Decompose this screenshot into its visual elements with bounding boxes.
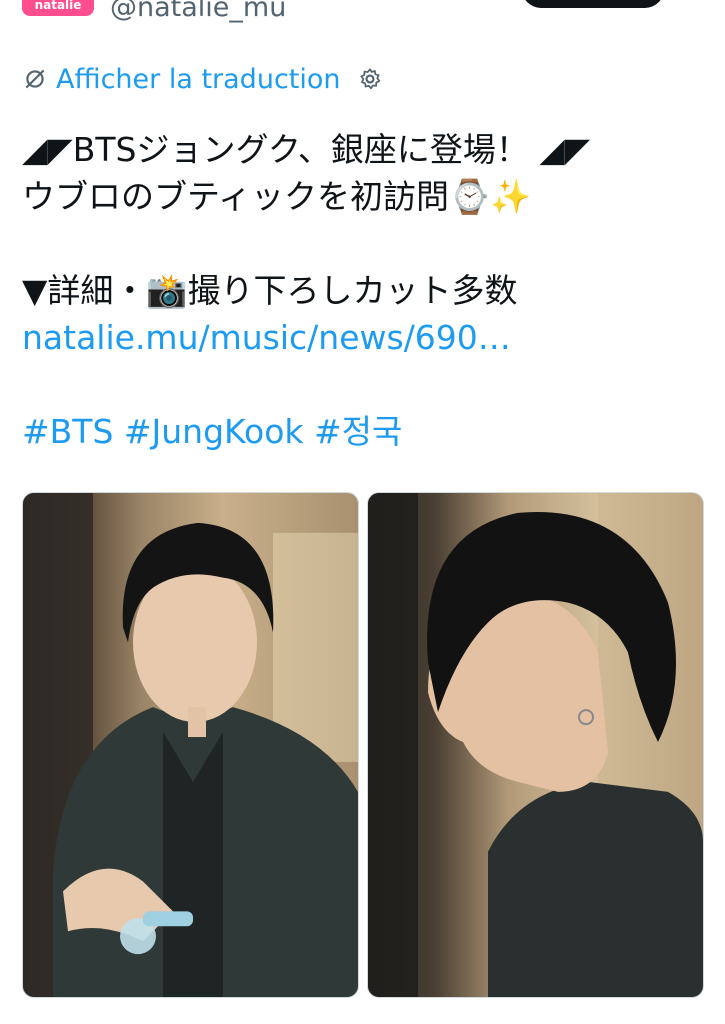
avatar[interactable]: natalie (22, 0, 94, 16)
hashtags[interactable]: #BTS #JungKook #정국 (22, 408, 712, 455)
tweet-line-2: ウブロのブティックを初訪問⌚✨ (22, 177, 532, 216)
gear-icon[interactable] (357, 66, 383, 92)
globe-off-icon (25, 69, 45, 89)
account-handle[interactable]: @natalie_mu (110, 0, 286, 23)
photo-profile-illustration (368, 493, 703, 997)
photo-front[interactable] (22, 492, 359, 998)
tweet-line-3: ▼詳細・📸撮り下ろしカット多数 (22, 271, 518, 310)
tweet-text: ◢◤BTSジョングク、銀座に登場！ ◢◤ ウブロのブティックを初訪問⌚✨ ▼詳細… (22, 126, 712, 455)
article-link[interactable]: natalie.mu/music/news/690… (22, 314, 712, 361)
translation-row: Afficher la traduction (22, 62, 383, 96)
photo-front-illustration (23, 493, 358, 997)
show-translation-link[interactable]: Afficher la traduction (56, 64, 341, 95)
follow-button[interactable] (522, 0, 664, 8)
photo-profile[interactable] (367, 492, 704, 998)
media-grid (22, 492, 704, 998)
tweet-line-1: ◢◤BTSジョングク、銀座に登場！ ◢◤ (22, 130, 591, 169)
avatar-logo-text: natalie (34, 0, 82, 12)
